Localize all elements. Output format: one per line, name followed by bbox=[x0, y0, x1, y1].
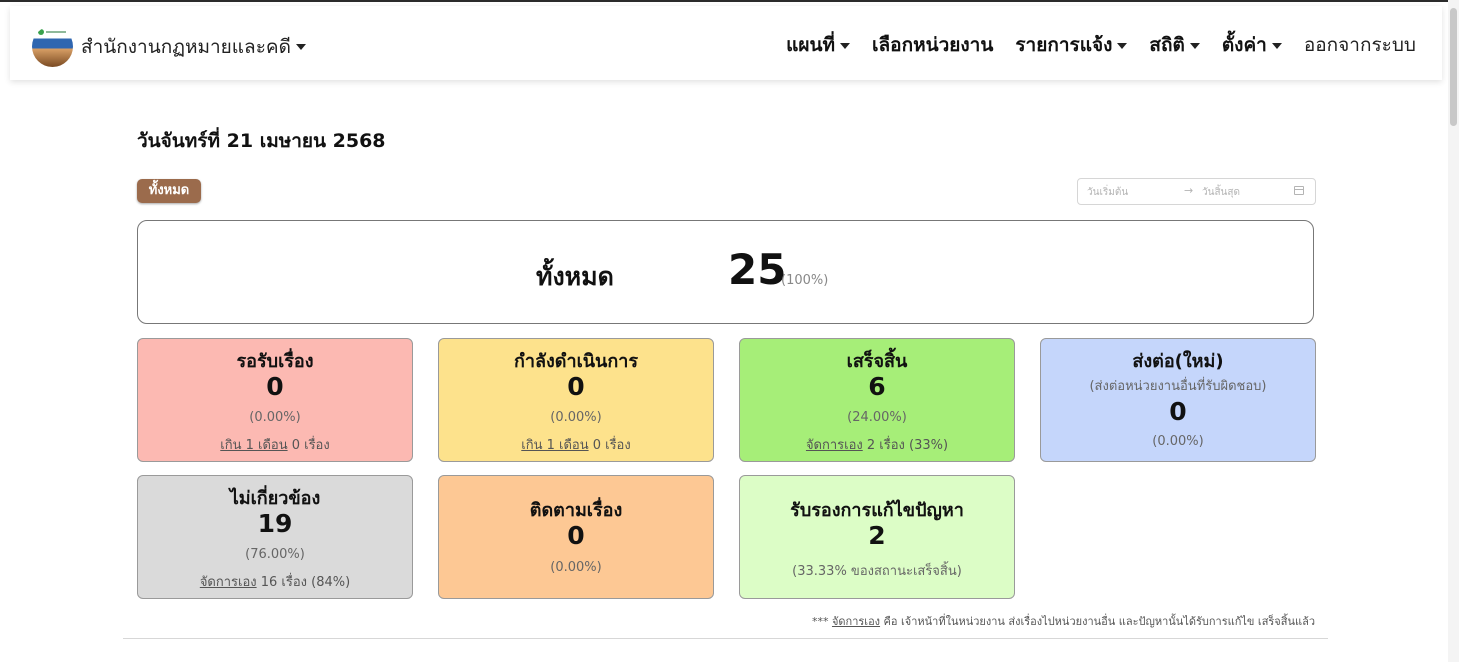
card-title: รอรับเรื่อง bbox=[236, 351, 314, 372]
card-title: เสร็จสิ้น bbox=[846, 351, 908, 372]
org-logo-icon bbox=[32, 26, 73, 67]
card-percent: (0.00%) bbox=[550, 410, 602, 425]
end-date-input[interactable]: วันสิ้นสุด bbox=[1202, 185, 1240, 200]
status-card-certified[interactable]: รับรองการแก้ไขปัญหา 2 (33.33% ของสถานะเส… bbox=[739, 475, 1015, 599]
date-range-picker[interactable]: วันเริ่มต้น → วันสิ้นสุด bbox=[1077, 178, 1316, 205]
card-value: 0 bbox=[567, 521, 585, 550]
status-card-done[interactable]: เสร็จสิ้น 6 (24.00%) จัดการเอง 2 เรื่อง … bbox=[739, 338, 1015, 462]
total-percent: (100%) bbox=[781, 273, 829, 288]
nav-select-unit[interactable]: เลือกหน่วยงาน bbox=[872, 30, 993, 60]
chevron-down-icon bbox=[1117, 42, 1128, 49]
self-managed-link[interactable]: จัดการเอง bbox=[200, 575, 257, 590]
card-title: รับรองการแก้ไขปัญหา bbox=[790, 500, 964, 521]
card-title: ส่งต่อ(ใหม่) bbox=[1132, 351, 1224, 372]
chevron-down-icon bbox=[1189, 42, 1200, 49]
nav-map-dropdown[interactable]: แผนที่ bbox=[786, 30, 851, 60]
start-date-input[interactable]: วันเริ่มต้น bbox=[1087, 185, 1128, 200]
page-title-date: วันจันทร์ที่ 21 เมษายน 2568 bbox=[137, 130, 386, 152]
nav-settings-dropdown[interactable]: ตั้งค่า bbox=[1222, 30, 1282, 60]
nav-reports-dropdown[interactable]: รายการแจ้ง bbox=[1015, 30, 1128, 60]
footnote-prefix: *** bbox=[811, 615, 832, 628]
over-one-month-link[interactable]: เกิน 1 เดือน bbox=[521, 438, 588, 453]
card-percent: (76.00%) bbox=[245, 547, 305, 562]
footnote: *** จัดการเอง คือ เจ้าหน้าที่ในหน่วยงาน … bbox=[812, 612, 1315, 630]
card-note: เกิน 1 เดือน 0 เรื่อง bbox=[138, 434, 412, 455]
card-note: จัดการเอง 16 เรื่อง (84%) bbox=[138, 571, 412, 592]
card-title: ติดตามเรื่อง bbox=[529, 500, 623, 521]
card-percent: (33.33% ของสถานะเสร็จสิ้น) bbox=[792, 564, 962, 579]
nav-settings-label: ตั้งค่า bbox=[1221, 34, 1267, 56]
top-navbar: สำนักงานกฏหมายและคดี แผนที่ เลือกหน่วยงา… bbox=[10, 6, 1442, 80]
nav-reports-label: รายการแจ้ง bbox=[1015, 34, 1113, 56]
org-brand-dropdown[interactable]: สำนักงานกฏหมายและคดี bbox=[32, 26, 306, 67]
nav-map-label: แผนที่ bbox=[786, 34, 836, 56]
status-card-irrelevant[interactable]: ไม่เกี่ยวข้อง 19 (76.00%) จัดการเอง 16 เ… bbox=[137, 475, 413, 599]
nav-stats-label: สถิติ bbox=[1149, 34, 1185, 56]
card-note-text: 2 เรื่อง (33%) bbox=[862, 438, 949, 453]
page-scrollbar[interactable] bbox=[1448, 0, 1459, 662]
total-label: ทั้งหมด bbox=[536, 262, 614, 291]
card-value: 0 bbox=[266, 372, 284, 401]
nav-stats-dropdown[interactable]: สถิติ bbox=[1149, 30, 1200, 60]
total-summary-card: ทั้งหมด 25 (100%) bbox=[137, 220, 1314, 324]
card-title: ไม่เกี่ยวข้อง bbox=[229, 488, 321, 509]
status-card-pending[interactable]: รอรับเรื่อง 0 (0.00%) เกิน 1 เดือน 0 เรื… bbox=[137, 338, 413, 462]
card-percent: (0.00%) bbox=[1152, 434, 1204, 449]
card-note-text: 16 เรื่อง (84%) bbox=[256, 575, 351, 590]
card-percent: (0.00%) bbox=[550, 560, 602, 575]
section-divider bbox=[123, 638, 1328, 639]
status-card-in-progress[interactable]: กำลังดำเนินการ 0 (0.00%) เกิน 1 เดือน 0 … bbox=[438, 338, 714, 462]
card-value: 2 bbox=[868, 521, 886, 550]
main-nav: แผนที่ เลือกหน่วยงาน รายการแจ้ง สถิติ ตั… bbox=[764, 30, 1416, 60]
org-name: สำนักงานกฏหมายและคดี bbox=[81, 35, 291, 58]
card-value: 19 bbox=[257, 509, 293, 538]
window-top-border bbox=[0, 0, 1448, 2]
footnote-self-managed-link[interactable]: จัดการเอง bbox=[832, 615, 880, 628]
chevron-down-icon bbox=[1271, 42, 1282, 49]
card-percent: (24.00%) bbox=[847, 410, 907, 425]
card-subtitle: (ส่งต่อหน่วยงานอื่นที่รับผิดชอบ) bbox=[1089, 379, 1267, 394]
card-value: 6 bbox=[868, 372, 886, 401]
arrow-right-icon: → bbox=[1184, 184, 1194, 197]
self-managed-link[interactable]: จัดการเอง bbox=[806, 438, 863, 453]
card-note-text: 0 เรื่อง bbox=[588, 438, 631, 453]
calendar-icon[interactable] bbox=[1294, 186, 1304, 195]
status-card-forwarded[interactable]: ส่งต่อ(ใหม่) (ส่งต่อหน่วยงานอื่นที่รับผิ… bbox=[1040, 338, 1316, 462]
status-card-follow-up[interactable]: ติดตามเรื่อง 0 (0.00%) bbox=[438, 475, 714, 599]
card-value: 0 bbox=[1169, 397, 1187, 426]
total-value: 25 bbox=[728, 245, 787, 294]
chevron-down-icon bbox=[840, 42, 851, 49]
card-note: จัดการเอง 2 เรื่อง (33%) bbox=[740, 434, 1014, 455]
footnote-text: คือ เจ้าหน้าที่ในหน่วยงาน ส่งเรื่องไปหน่… bbox=[880, 615, 1315, 628]
nav-logout[interactable]: ออกจากระบบ bbox=[1304, 30, 1416, 60]
card-value: 0 bbox=[567, 372, 585, 401]
card-note: เกิน 1 เดือน 0 เรื่อง bbox=[439, 434, 713, 455]
card-title: กำลังดำเนินการ bbox=[513, 351, 639, 372]
card-note-text: 0 เรื่อง bbox=[287, 438, 330, 453]
over-one-month-link[interactable]: เกิน 1 เดือน bbox=[220, 438, 287, 453]
filter-all-button[interactable]: ทั้งหมด bbox=[137, 179, 201, 203]
chevron-down-icon bbox=[295, 43, 306, 50]
scrollbar-thumb[interactable] bbox=[1450, 8, 1457, 126]
card-percent: (0.00%) bbox=[249, 410, 301, 425]
